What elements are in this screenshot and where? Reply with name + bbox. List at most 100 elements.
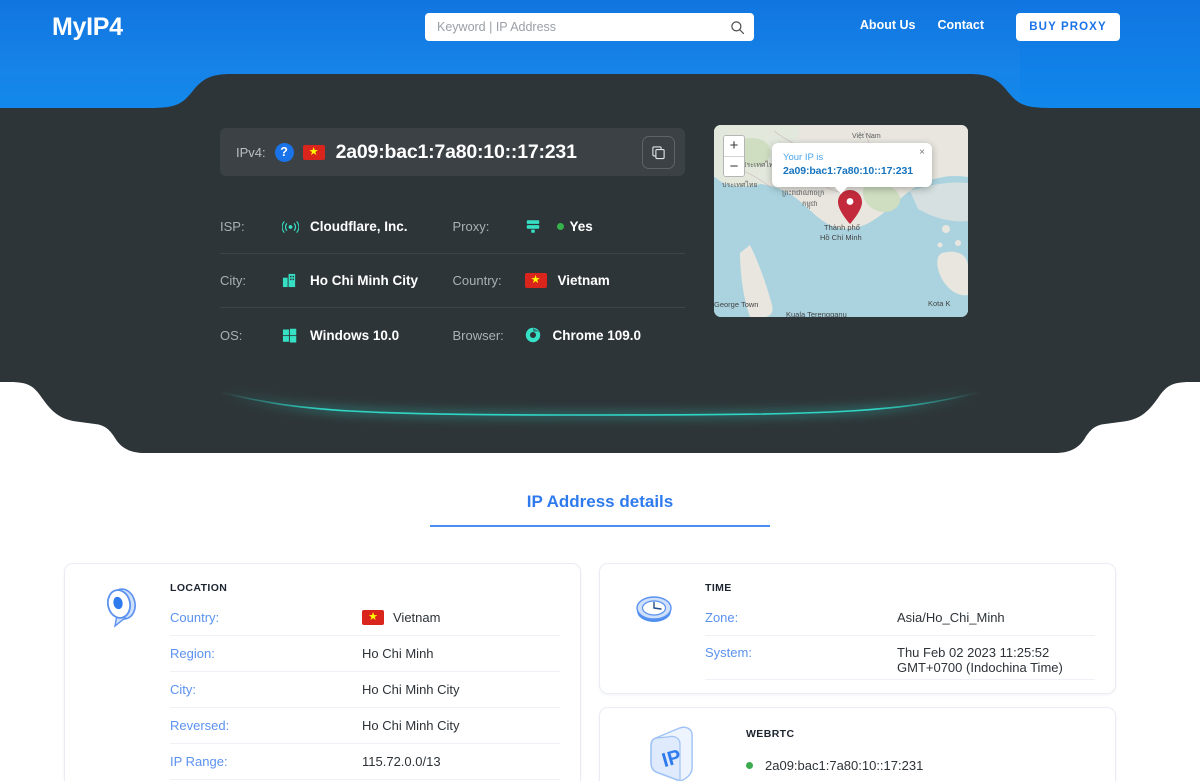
time-system-value-wrap: Thu Feb 02 2023 11:25:52 GMT+0700 (Indoc…: [897, 645, 1063, 675]
location-country-key: Country:: [170, 610, 220, 625]
time-system-key: System:: [705, 645, 752, 660]
info-row-isp-proxy: ISP: Cloudflare, Inc. Proxy: Yes: [220, 200, 685, 254]
info-cell-isp: ISP: Cloudflare, Inc.: [220, 219, 453, 234]
location-city-value: Ho Chi Minh City: [362, 682, 460, 697]
location-card-body: LOCATION Country: ★ Vietnam Region: Ho C…: [170, 582, 560, 780]
ip-address-bar: IPv4: ? ★ 2a09:bac1:7a80:10::17:231: [220, 128, 685, 176]
search-input[interactable]: [425, 20, 720, 34]
location-row-region: Region: Ho Chi Minh: [170, 636, 560, 672]
time-row-system: System: Thu Feb 02 2023 11:25:52 GMT+070…: [705, 636, 1095, 680]
search-button[interactable]: [720, 13, 754, 41]
clock-3d-icon: [632, 586, 676, 635]
country-label: Country:: [452, 273, 502, 288]
vietnam-flag-icon: ★: [524, 273, 547, 288]
windows-icon: [282, 328, 304, 343]
webrtc-card: IP WEBRTC 2a09:bac1:7a80:10::17:231: [599, 707, 1116, 781]
chrome-icon: [525, 327, 547, 343]
country-value: Vietnam: [557, 273, 610, 288]
main-nav: About Us Contact: [860, 18, 984, 32]
copy-ip-button[interactable]: [642, 135, 675, 169]
info-cell-country: Country: ★ Vietnam: [453, 273, 686, 288]
site-header: MyIP4 About Us Contact BUY PROXY: [0, 0, 1200, 55]
map-label: ประเทศไทย: [722, 182, 758, 189]
city-label: City:: [220, 273, 246, 288]
map-label: George Town: [714, 300, 759, 309]
broadcast-icon: [282, 220, 304, 233]
buy-proxy-button[interactable]: BUY PROXY: [1016, 13, 1120, 41]
location-region-value: Ho Chi Minh: [362, 646, 434, 661]
map-ip-popup: × Your IP is 2a09:bac1:7a80:10::17:231: [772, 143, 932, 194]
location-country-value-wrap: ★ Vietnam: [362, 610, 440, 625]
proxy-label: Proxy:: [452, 219, 490, 234]
map-marker-icon[interactable]: [836, 189, 864, 225]
nav-link-about-us[interactable]: About Us: [860, 18, 916, 32]
webrtc-ip-value: 2a09:bac1:7a80:10::17:231: [765, 758, 924, 773]
browser-value: Chrome 109.0: [552, 327, 642, 343]
location-city-key: City:: [170, 682, 196, 697]
ip-cube-3d-icon: IP: [646, 724, 698, 781]
nav-link-contact[interactable]: Contact: [937, 18, 984, 32]
location-ip-range-key: IP Range:: [170, 754, 228, 769]
server-icon: [525, 219, 547, 234]
info-cell-city: City: Ho Chi Minh City: [220, 273, 453, 288]
map-label: Kota K: [928, 299, 951, 308]
location-region-key: Region:: [170, 646, 215, 661]
webrtc-card-body: WEBRTC 2a09:bac1:7a80:10::17:231: [746, 728, 1095, 773]
os-label: OS:: [220, 327, 243, 343]
time-row-zone: Zone: Asia/Ho_Chi_Minh: [705, 600, 1095, 636]
help-question-icon[interactable]: ?: [274, 142, 294, 162]
map-label: ព្រះរាជាណាចក្រ: [782, 190, 825, 197]
os-value: Windows 10.0: [310, 327, 400, 343]
map-label: Kuala Terengganu: [786, 310, 847, 317]
proxy-value: Yes: [569, 219, 593, 234]
browser-label: Browser:: [452, 327, 504, 343]
ip-version-label: IPv4:: [236, 144, 266, 160]
map-label: Việt Nam: [852, 133, 881, 140]
details-underline: [430, 525, 770, 527]
time-card: TIME Zone: Asia/Ho_Chi_Minh System: Thu …: [599, 563, 1116, 694]
map-zoom-controls[interactable]: + −: [723, 135, 745, 177]
info-row-os-browser: OS: Windows 10.0 Browser: Chrome 109.0: [220, 308, 685, 362]
location-ip-range-value: 115.72.0.0/13: [362, 754, 441, 769]
webrtc-card-heading: WEBRTC: [746, 728, 795, 740]
location-reversed-key: Reversed:: [170, 718, 230, 733]
location-reversed-value: Ho Chi Minh City: [362, 718, 460, 733]
location-row-reversed: Reversed: Ho Chi Minh City: [170, 708, 560, 744]
time-zone-key: Zone:: [705, 610, 739, 625]
vietnam-flag-icon: ★: [362, 610, 384, 625]
copy-icon: [652, 145, 665, 159]
time-card-body: TIME Zone: Asia/Ho_Chi_Minh System: Thu …: [705, 582, 1095, 680]
proxy-status-dot: [556, 223, 564, 230]
search-icon: [730, 20, 744, 34]
location-country-value: Vietnam: [393, 610, 441, 625]
time-system-value-line2: GMT+0700 (Indochina Time): [897, 660, 1063, 675]
popup-title: Your IP is: [783, 152, 824, 163]
map-pin-3d-icon: [99, 582, 143, 639]
info-cell-os: OS: Windows 10.0: [220, 328, 453, 343]
map-zoom-in-button[interactable]: +: [724, 136, 744, 156]
location-row-city: City: Ho Chi Minh City: [170, 672, 560, 708]
map-label: កម្ពុជា: [802, 201, 818, 208]
time-card-heading: TIME: [705, 582, 732, 594]
details-title: IP Address details: [526, 492, 674, 511]
popup-close-icon[interactable]: ×: [919, 147, 925, 158]
location-map[interactable]: + − Việt Nam ประเทศไทย ประเทศไทย ព្រះរាជ…: [714, 125, 968, 317]
info-cell-browser: Browser: Chrome 109.0: [453, 327, 686, 343]
location-card-heading: LOCATION: [170, 582, 228, 594]
time-zone-value: Asia/Ho_Chi_Minh: [897, 610, 1005, 625]
isp-label: ISP:: [220, 219, 245, 234]
city-value: Ho Chi Minh City: [310, 273, 418, 288]
ip-info-grid: ISP: Cloudflare, Inc. Proxy: Yes City: H…: [220, 200, 685, 362]
page-root: MyIP4 About Us Contact BUY PROXY IPv4: ?: [0, 0, 1200, 781]
webrtc-status-dot: [746, 762, 753, 769]
map-label: Hồ Chí Minh: [820, 233, 862, 242]
location-row-country: Country: ★ Vietnam: [170, 600, 560, 636]
details-header: IP Address details: [0, 492, 1200, 527]
vietnam-flag-icon: ★: [302, 144, 325, 160]
info-row-city-country: City: Ho Chi Minh City Country: ★ Vietna…: [220, 254, 685, 308]
ip-address-value: 2a09:bac1:7a80:10::17:231: [335, 140, 577, 163]
site-logo[interactable]: MyIP4: [52, 13, 123, 42]
map-zoom-out-button[interactable]: −: [724, 156, 744, 176]
search-bar[interactable]: [425, 13, 754, 41]
hero-section: MyIP4 About Us Contact BUY PROXY IPv4: ?: [0, 0, 1200, 460]
